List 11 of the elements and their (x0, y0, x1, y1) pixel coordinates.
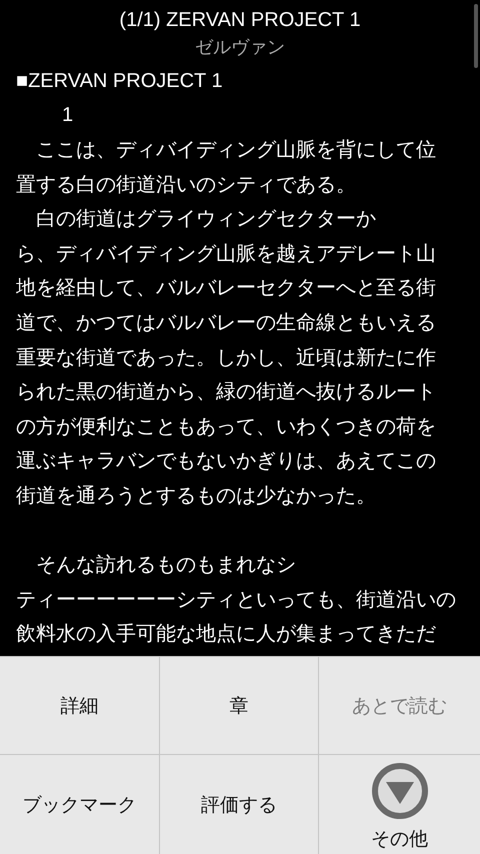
body-paragraph: 白の街道はグライウィングセクターか ら、ディバイディング山脈を越えアデレート山 地を経由して、バルバレーセクターへと至る街 道で、かつてはバルバレーの生命線ともいえる 重要な街道であった。しかし、近頃は新たに作 られた黒の街道から、緑の街道へ抜けるルート の方が便利なこともあって、いわくつきの荷を 運ぶキャラバンでもないかぎりは、あえてこの 街道を通ろうとするものは少なかった。 (16, 205, 436, 509)
menu-item[interactable]: 詳細 (0, 657, 160, 755)
scrollbar[interactable] (474, 4, 478, 68)
page-title: (1/1) ZERVAN PROJECT 1 (119, 8, 361, 33)
body-paragraph: そんな訪れるものもまれなシ ティーーーーーーシティといっても、街道沿いの 飲料水の入手可能な地点に人が集まってきただ (16, 551, 456, 648)
chapter-number: 1 (61, 103, 74, 128)
menu-item[interactable]: 章 (160, 657, 319, 755)
body-paragraph: ここは、ディバイディング山脈を背にして位 置する白の街道沿いのシティである。 (16, 136, 436, 198)
down-arrow-circle-icon (370, 762, 428, 820)
chapter-heading: ■ZERVAN PROJECT 1 (16, 69, 224, 94)
author-name: ゼルヴァン (195, 36, 285, 60)
